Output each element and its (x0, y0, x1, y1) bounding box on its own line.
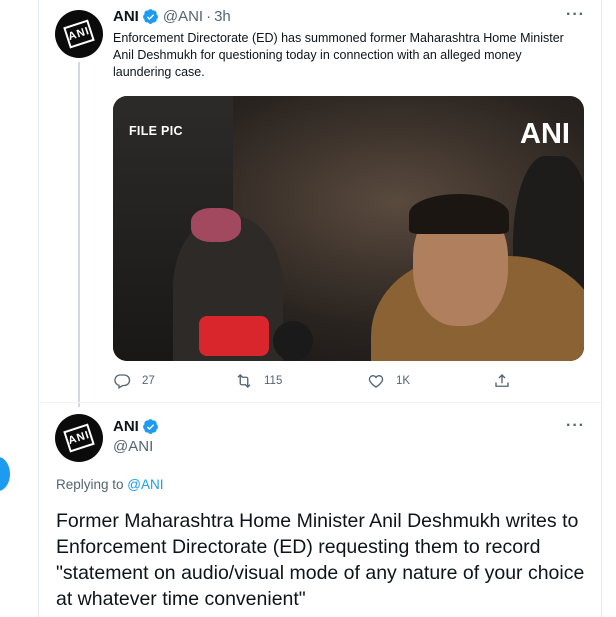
meta-separator: · (206, 8, 212, 25)
tweet-text: Former Maharashtra Home Minister Anil De… (56, 510, 585, 610)
avatar[interactable]: ANI (55, 414, 103, 462)
more-options-icon[interactable]: ··· (566, 417, 585, 435)
replying-to-prefix: Replying to (56, 477, 128, 492)
retweet-icon (237, 374, 251, 388)
media-microphone-2 (273, 321, 313, 361)
ani-logo: ANI (63, 19, 95, 49)
replying-to-handle[interactable]: @ANI (127, 477, 163, 492)
share-button[interactable] (493, 372, 522, 390)
thread-line (78, 62, 80, 407)
reply-icon (114, 374, 131, 389)
author-name[interactable]: ANI (113, 8, 139, 25)
tweet-text: Enforcement Directorate (ED) has summone… (113, 31, 564, 79)
author-name[interactable]: ANI (113, 418, 139, 435)
author-handle[interactable]: @ANI (163, 8, 203, 25)
media-watermark: ANI (520, 118, 570, 150)
verified-badge-icon (142, 419, 158, 434)
column-border-right (601, 0, 602, 617)
replying-to: Replying to @ANI (56, 477, 164, 492)
author-handle[interactable]: @ANI (113, 438, 153, 455)
avatar-logo-text: ANI (66, 428, 92, 448)
compose-button-edge[interactable] (0, 457, 10, 491)
like-count: 1K (396, 375, 411, 387)
media-mask (191, 208, 241, 242)
tweet-time[interactable]: 3h (214, 8, 231, 25)
media-hair-main (409, 194, 509, 234)
reply-count: 27 (142, 375, 155, 387)
more-options-icon[interactable]: ··· (566, 6, 585, 24)
retweet-count: 115 (264, 375, 283, 387)
column-border-left (38, 0, 39, 617)
media-overlay-label: FILE PIC (129, 124, 183, 138)
ani-logo: ANI (63, 423, 95, 453)
verified-badge-icon (142, 9, 158, 24)
tweet-media[interactable]: FILE PIC ANI (113, 96, 584, 361)
media-microphone (199, 316, 269, 356)
like-button[interactable]: 1K (367, 372, 410, 390)
tweet-divider (39, 402, 601, 403)
avatar-logo-text: ANI (66, 24, 92, 44)
share-icon (495, 374, 509, 387)
retweet-button[interactable]: 115 (235, 372, 282, 390)
reply-button[interactable]: 27 (113, 372, 155, 390)
tweet-header: ANI @ANI · 3h (113, 8, 231, 25)
avatar[interactable]: ANI (55, 10, 103, 58)
tweet-actions: 27 115 1K (113, 372, 533, 394)
like-icon (368, 375, 384, 388)
tweet-header: ANI (113, 418, 163, 435)
